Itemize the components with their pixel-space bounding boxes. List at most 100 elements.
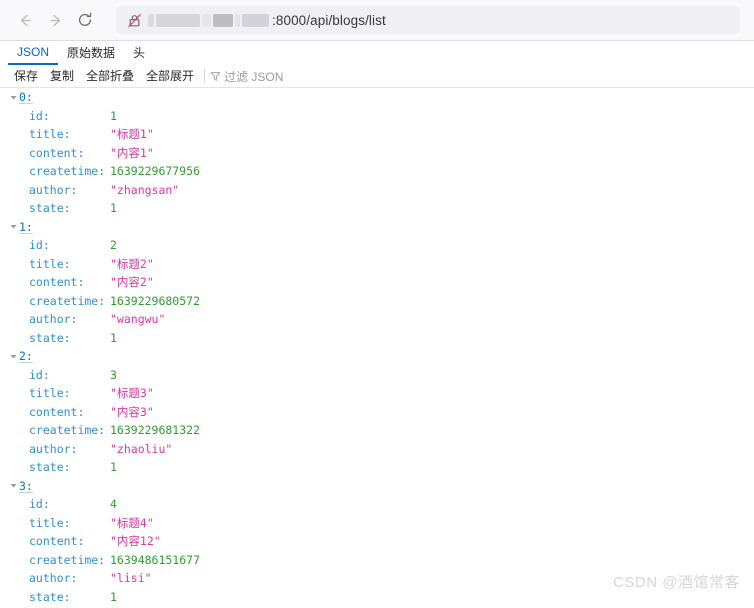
json-property-row: state: 1 xyxy=(0,199,754,218)
json-key-id: id: xyxy=(29,497,50,512)
json-property-row: content: "内容3" xyxy=(0,403,754,422)
json-node-index: 3: xyxy=(19,478,33,493)
json-value-id: 4 xyxy=(110,497,117,512)
reload-icon xyxy=(76,11,94,29)
json-value-content: "内容3" xyxy=(110,404,154,419)
json-value-id: 1 xyxy=(110,108,117,123)
json-property-row: createtime: 1639229677956 xyxy=(0,162,754,181)
tab-headers-label: 头 xyxy=(133,45,146,60)
json-node-row[interactable]: 2: xyxy=(0,347,754,366)
json-key-author: author: xyxy=(29,182,78,197)
arrow-right-icon xyxy=(47,12,64,29)
json-key-createtime: createtime: xyxy=(29,423,106,438)
json-property-row: author: "wangwu" xyxy=(0,310,754,329)
json-property-row: id: 4 xyxy=(0,495,754,514)
json-key-author: author: xyxy=(29,441,78,456)
json-property-row: title: "标题2" xyxy=(0,255,754,274)
json-key-title: title: xyxy=(29,127,71,142)
address-bar[interactable]: :8000/api/blogs/list xyxy=(116,6,740,34)
json-value-content: "内容2" xyxy=(110,275,154,290)
json-key-id: id: xyxy=(29,108,50,123)
json-property-row: content: "内容1" xyxy=(0,144,754,163)
json-value-title: "标题1" xyxy=(110,127,154,142)
json-property-row: state: 1 xyxy=(0,458,754,477)
json-key-state: state: xyxy=(29,589,71,604)
json-value-state: 1 xyxy=(110,330,117,345)
expand-all-button[interactable]: 全部展开 xyxy=(140,70,200,82)
forward-button[interactable] xyxy=(40,5,70,35)
json-property-row: createtime: 1639229681322 xyxy=(0,421,754,440)
csdn-watermark: CSDN @酒馆常客 xyxy=(613,574,740,591)
json-key-createtime: createtime: xyxy=(29,164,106,179)
collapse-all-button[interactable]: 全部折叠 xyxy=(80,70,140,82)
json-key-content: content: xyxy=(29,145,85,160)
json-value-id: 3 xyxy=(110,367,117,382)
chevron-down-icon[interactable] xyxy=(8,222,19,231)
browser-chrome: :8000/api/blogs/list xyxy=(0,0,754,41)
chevron-down-icon[interactable] xyxy=(8,481,19,490)
json-node-row[interactable]: 1: xyxy=(0,218,754,237)
copy-button[interactable]: 复制 xyxy=(44,70,80,82)
arrow-left-icon xyxy=(17,12,34,29)
json-property-row: id: 3 xyxy=(0,366,754,385)
json-property-row: createtime: 1639229680572 xyxy=(0,292,754,311)
json-property-row: title: "标题3" xyxy=(0,384,754,403)
back-button[interactable] xyxy=(10,5,40,35)
json-property-row: id: 2 xyxy=(0,236,754,255)
json-value-content: "内容12" xyxy=(110,534,161,549)
json-value-title: "标题4" xyxy=(110,515,154,530)
json-key-id: id: xyxy=(29,238,50,253)
viewer-toolbar: 保存 复制 全部折叠 全部展开 过滤 JSON xyxy=(0,65,754,88)
json-key-title: title: xyxy=(29,515,71,530)
json-value-id: 2 xyxy=(110,238,117,253)
url-path-text: :8000/api/blogs/list xyxy=(272,12,386,28)
json-property-row: author: "zhangsan" xyxy=(0,181,754,200)
json-node-index: 1: xyxy=(19,219,33,234)
funnel-icon xyxy=(210,71,224,82)
json-property-row: content: "内容12" xyxy=(0,532,754,551)
json-key-content: content: xyxy=(29,404,85,419)
lock-crossed-out-icon[interactable] xyxy=(124,10,144,30)
json-value-createtime: 1639229677956 xyxy=(110,164,201,179)
json-key-createtime: createtime: xyxy=(29,293,106,308)
json-value-content: "内容1" xyxy=(110,145,154,160)
json-property-row: title: "标题4" xyxy=(0,514,754,533)
json-node-row[interactable]: 0: xyxy=(0,88,754,107)
json-key-content: content: xyxy=(29,534,85,549)
json-property-row: state: 1 xyxy=(0,329,754,348)
reload-button[interactable] xyxy=(70,5,100,35)
json-property-row: author: "zhaoliu" xyxy=(0,440,754,459)
json-node-row[interactable]: 3: xyxy=(0,477,754,496)
tab-raw-data[interactable]: 原始数据 xyxy=(58,41,124,65)
viewer-tabs: JSON 原始数据 头 xyxy=(0,41,754,65)
chevron-down-icon[interactable] xyxy=(8,93,19,102)
chevron-down-icon[interactable] xyxy=(8,352,19,361)
json-value-createtime: 1639229681322 xyxy=(110,423,201,438)
json-key-id: id: xyxy=(29,367,50,382)
json-property-row: title: "标题1" xyxy=(0,125,754,144)
json-key-title: title: xyxy=(29,386,71,401)
json-node-index: 0: xyxy=(19,90,33,105)
tab-headers[interactable]: 头 xyxy=(124,41,154,65)
tab-raw-data-label: 原始数据 xyxy=(67,45,116,60)
filter-json-placeholder: 过滤 JSON xyxy=(224,69,284,84)
json-value-author: "zhangsan" xyxy=(110,182,180,197)
json-key-state: state: xyxy=(29,330,71,345)
json-property-row: id: 1 xyxy=(0,107,754,126)
json-key-createtime: createtime: xyxy=(29,552,106,567)
save-button[interactable]: 保存 xyxy=(8,70,44,82)
json-key-content: content: xyxy=(29,275,85,290)
json-key-state: state: xyxy=(29,201,71,216)
json-value-author: "zhaoliu" xyxy=(110,441,173,456)
json-value-createtime: 1639229680572 xyxy=(110,293,201,308)
json-key-title: title: xyxy=(29,256,71,271)
json-value-author: "lisi" xyxy=(110,571,152,586)
json-value-state: 1 xyxy=(110,589,117,604)
filter-json-input[interactable]: 过滤 JSON xyxy=(210,68,283,85)
json-node-index: 2: xyxy=(19,349,33,364)
redacted-host xyxy=(148,13,271,27)
json-value-state: 1 xyxy=(110,460,117,475)
tab-json[interactable]: JSON xyxy=(8,41,59,65)
toolbar-separator xyxy=(204,69,206,83)
json-value-title: "标题2" xyxy=(110,256,154,271)
